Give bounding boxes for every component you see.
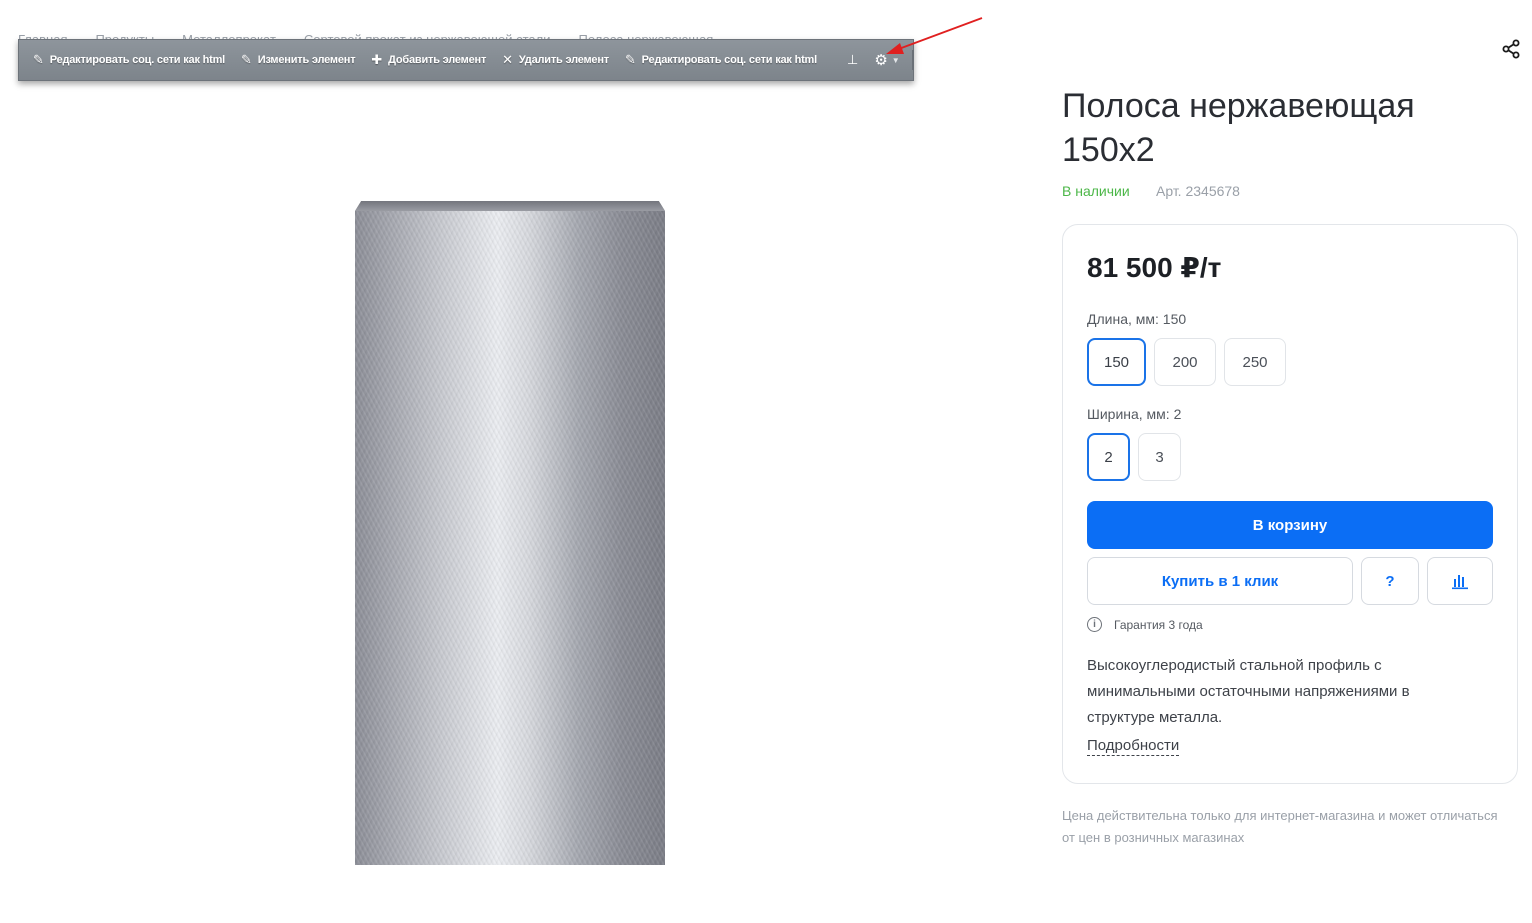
add-element-label: Добавить элемент <box>388 54 487 66</box>
edit-social-html-button[interactable]: ✎ Редактировать соц. сети как html <box>33 52 225 68</box>
price-disclaimer: Цена действительна только для интернет-м… <box>1062 808 1498 845</box>
price: 81 500 ₽/т <box>1087 252 1222 283</box>
width-options: 2 3 <box>1087 433 1181 481</box>
warranty-text: Гарантия 3 года <box>1114 617 1203 632</box>
product-image[interactable] <box>355 201 665 865</box>
edit-social-html-label-2: Редактировать соц. сети как html <box>641 54 818 66</box>
edit-element-label: Изменить элемент <box>257 54 356 66</box>
stock-status: В наличии <box>1062 183 1130 199</box>
pencil-icon: ✎ <box>241 52 252 67</box>
pencil-icon: ✎ <box>33 52 44 67</box>
warranty-info: i Гарантия 3 года <box>1087 617 1203 632</box>
annotation-arrow <box>886 17 983 54</box>
compare-button[interactable] <box>1427 557 1493 605</box>
product-description: Высокоуглеродистый стальной профиль с ми… <box>1087 657 1410 726</box>
edit-element-button[interactable]: ✎ Изменить элемент <box>241 52 356 68</box>
length-option[interactable]: 200 <box>1154 338 1216 386</box>
details-link[interactable]: Подробности <box>1087 737 1180 756</box>
width-option[interactable]: 3 <box>1138 433 1181 481</box>
sku: Арт. 2345678 <box>1156 183 1240 199</box>
length-option[interactable]: 250 <box>1224 338 1286 386</box>
pencil-icon: ✎ <box>624 52 636 67</box>
add-element-button[interactable]: ✚ Добавить элемент <box>371 52 486 68</box>
delete-element-label: Удалить элемент <box>518 54 609 66</box>
add-to-cart-button[interactable]: В корзину <box>1087 501 1493 549</box>
ask-question-button[interactable]: ? <box>1361 557 1419 605</box>
length-label: Длина, мм: 150 <box>1087 311 1187 327</box>
width-label: Ширина, мм: 2 <box>1087 406 1182 422</box>
admin-edit-toolbar: ✎ Редактировать соц. сети как html ✎ Изм… <box>18 39 914 81</box>
bar-chart-icon <box>1452 575 1468 590</box>
length-option[interactable]: 150 <box>1087 338 1146 386</box>
pin-icon[interactable]: ⊥ <box>847 52 858 68</box>
delete-element-button[interactable]: ✕ Удалить элемент <box>502 52 609 68</box>
share-icon[interactable] <box>1500 38 1522 60</box>
secondary-actions: Купить в 1 клик ? <box>1087 557 1493 605</box>
close-icon: ✕ <box>502 52 513 67</box>
length-options: 150 200 250 <box>1087 338 1286 386</box>
edit-social-html-label: Редактировать соц. сети как html <box>49 54 226 66</box>
buy-one-click-button[interactable]: Купить в 1 клик <box>1087 557 1353 605</box>
edit-social-html-button-2[interactable]: ✎ Редактировать соц. сети как html <box>625 52 817 68</box>
purchase-card: 81 500 ₽/т Длина, мм: 150 150 200 250 Ши… <box>1062 224 1518 784</box>
plus-icon: ✚ <box>371 52 383 67</box>
info-icon: i <box>1087 617 1102 632</box>
width-option[interactable]: 2 <box>1087 433 1130 481</box>
product-title: Полоса нержавеющая 150х2 <box>1062 87 1415 169</box>
